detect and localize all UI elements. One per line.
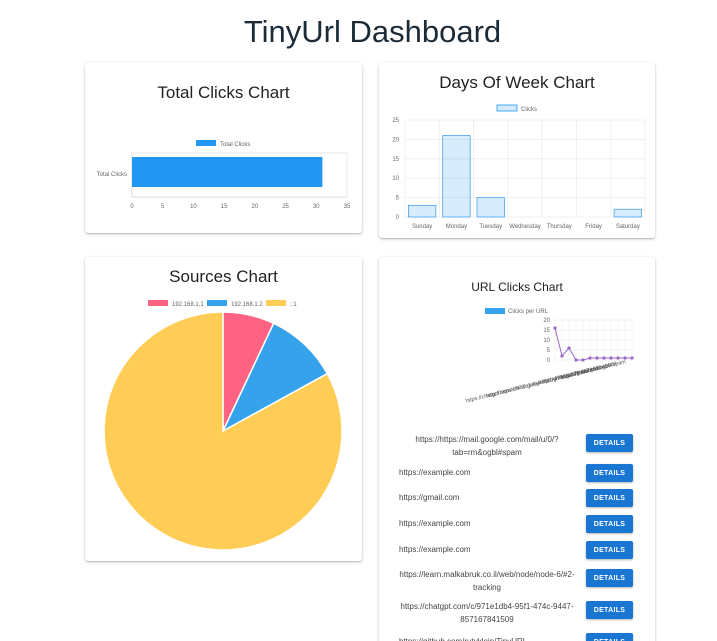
url-text: https://example.com xyxy=(399,519,471,528)
url-text: https://github.com/rutyklein/TinyURL xyxy=(399,635,579,641)
x-tick-label: 20 xyxy=(252,204,259,210)
url-clicks-card: URL Clicks Chart Clicks per URL 0 5 10 15 20… xyxy=(379,257,655,641)
url-clicks-title: URL Clicks Chart xyxy=(471,280,563,294)
url-list-item: https://example.com DETAILS xyxy=(379,514,655,540)
legend-swatch xyxy=(207,300,227,306)
legend-label: 192.168.1.1 xyxy=(172,302,204,308)
details-button[interactable]: DETAILS xyxy=(586,601,633,619)
details-button[interactable]: DETAILS xyxy=(586,464,633,482)
bar xyxy=(408,204,437,218)
legend-label: 192.168.1.2 xyxy=(231,302,263,308)
x-tick-label: Saturday xyxy=(616,224,640,230)
x-tick-label: http://github.com/rzbm xyxy=(539,367,594,386)
data-point xyxy=(609,356,613,360)
y-tick-label: 20 xyxy=(543,318,550,324)
page-title: TinyUrl Dashboard xyxy=(243,14,502,49)
data-point xyxy=(567,346,571,350)
x-tick-label: 35 xyxy=(344,204,351,210)
legend-label: Clicks per URL xyxy=(508,309,549,315)
x-tick-label: Sunday xyxy=(412,224,432,230)
y-tick-label: 5 xyxy=(396,196,400,202)
url-clicks-chart: Clicks per URL 05101520 http://https://m… xyxy=(465,308,634,405)
days-of-week-card: Days Of Week Chart Clicks 0 5 10 15 20 25 Sun… xyxy=(379,63,655,238)
y-tick-label: 10 xyxy=(392,176,399,182)
details-button[interactable]: DETAILS xyxy=(586,434,633,452)
data-point xyxy=(595,356,599,360)
x-tick-label: Thursday xyxy=(547,224,572,230)
x-tick-label: 10 xyxy=(190,204,197,210)
details-button[interactable]: DETAILS xyxy=(586,569,633,587)
bar xyxy=(132,157,323,187)
chart-legend: Clicks per URL xyxy=(485,308,549,315)
x-tick-label: 25 xyxy=(282,204,289,210)
data-point xyxy=(574,358,578,362)
y-tick-label: 0 xyxy=(396,215,400,221)
data-point xyxy=(581,358,585,362)
url-text: https://gmail.com xyxy=(399,493,460,502)
y-tick-label: 20 xyxy=(392,137,399,143)
sources-card: Sources Chart 192.168.1.1 192.168.1.2::1 xyxy=(85,257,362,561)
total-clicks-card: Total Clicks Chart Total Clicks 0 5 10 15 20… xyxy=(85,63,362,233)
legend-swatch xyxy=(496,104,518,112)
url-text: https://learn.malkabruk.co.il/web/node/n… xyxy=(399,570,575,592)
x-tick-label: Tuesday xyxy=(479,224,502,230)
legend-swatch xyxy=(196,140,216,146)
x-tick-label: 30 xyxy=(313,204,320,210)
x-tick-label: 15 xyxy=(221,204,228,210)
url-list-item: https://example.com DETAILS xyxy=(379,540,655,566)
legend-swatch xyxy=(485,308,505,314)
legend-label: Total Clicks xyxy=(220,142,250,148)
data-point xyxy=(630,356,634,360)
bar xyxy=(613,208,642,218)
data-point xyxy=(602,356,606,360)
y-tick-label: 0 xyxy=(547,358,551,364)
data-point xyxy=(560,354,564,358)
x-tick-label: Friday xyxy=(585,224,602,230)
url-list-item: https://example.com DETAILS xyxy=(379,463,655,489)
x-tick-label: Wednesday xyxy=(509,224,541,230)
sources-title: Sources Chart xyxy=(169,267,278,286)
days-of-week-title: Days Of Week Chart xyxy=(439,73,595,92)
days-of-week-chart: Clicks 0 5 10 15 20 25 Sunday Monday Tuesday Wed… xyxy=(392,104,646,230)
x-tick-label: 0 xyxy=(130,204,134,210)
url-list-item: https://https://mail.google.com/mail/u/0… xyxy=(379,433,655,459)
total-clicks-title: Total Clicks Chart xyxy=(157,83,290,102)
sources-chart: 192.168.1.1 192.168.1.2::1 xyxy=(103,300,343,551)
details-button[interactable]: DETAILS xyxy=(586,489,633,507)
url-text: https://example.com xyxy=(399,545,471,554)
url-list-item: https://learn.malkabruk.co.il/web/node/n… xyxy=(379,568,655,594)
details-button[interactable]: DETAILS xyxy=(586,633,633,641)
details-button[interactable]: DETAILS xyxy=(586,541,633,559)
x-tick-label: 5 xyxy=(161,204,165,210)
url-text: https://chatgpt.com/c/971e1db4-95f1-474c… xyxy=(400,602,574,624)
total-clicks-chart: Total Clicks 0 5 10 15 20 25 30 35 Total Clicks xyxy=(97,140,351,210)
y-tick-label: 10 xyxy=(543,338,550,344)
x-tick-label: Monday xyxy=(446,224,467,230)
bar xyxy=(476,197,505,218)
legend-label: Clicks xyxy=(521,107,537,113)
y-tick-label: 25 xyxy=(392,118,399,124)
url-text: https://https://mail.google.com/mail/u/0… xyxy=(415,435,559,457)
data-point xyxy=(588,356,592,360)
series-line xyxy=(554,327,632,361)
url-list-item: https://github.com/rutyklein/TinyURL DETA… xyxy=(379,632,655,641)
details-button[interactable]: DETAILS xyxy=(586,515,633,533)
y-tick-label: 15 xyxy=(392,157,399,163)
legend-swatch xyxy=(266,300,286,306)
data-point xyxy=(553,326,557,330)
legend-label: ::1 xyxy=(290,302,297,308)
y-tick-label: 15 xyxy=(543,328,550,334)
legend-swatch xyxy=(148,300,168,306)
y-tick-label: Total Clicks xyxy=(97,172,127,178)
url-list-item: https://gmail.com DETAILS xyxy=(379,488,655,514)
chart-legend: Total Clicks xyxy=(196,140,250,148)
url-text: https://example.com xyxy=(399,468,471,477)
bar xyxy=(442,135,471,218)
url-list-item: https://chatgpt.com/c/971e1db4-95f1-474c… xyxy=(379,600,655,626)
chart-legend: Clicks xyxy=(496,104,537,113)
y-tick-label: 5 xyxy=(547,348,551,354)
data-point xyxy=(616,356,620,360)
